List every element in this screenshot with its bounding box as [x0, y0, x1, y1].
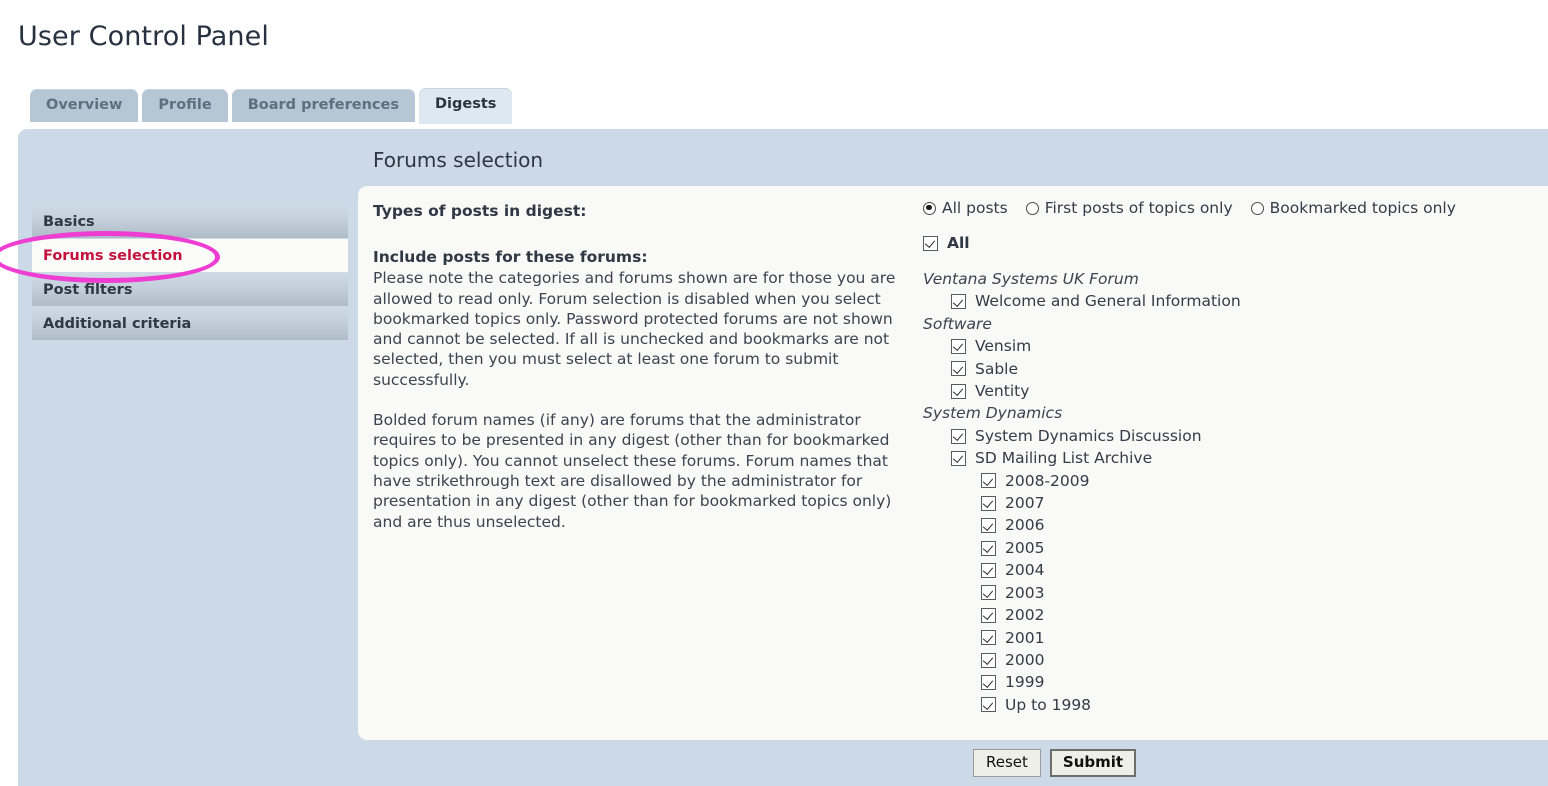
forum-checkbox-row[interactable]: Vensim	[951, 335, 1543, 357]
sidebar-item-basics[interactable]: Basics	[32, 205, 348, 238]
forum-checkbox[interactable]	[981, 473, 996, 489]
radio-button-selected[interactable]	[923, 201, 936, 215]
forum-checkbox[interactable]	[981, 585, 996, 601]
forum-checkbox-row[interactable]: 2005	[981, 537, 1543, 559]
radio-option-first-posts-of-topics-only[interactable]: First posts of topics only	[1025, 199, 1233, 217]
sidebar-nav: Basics Forums selection Post filters Additi…	[32, 205, 348, 341]
instructions-column: Types of posts in digest: Include posts …	[373, 201, 913, 552]
tab-overview[interactable]: Overview	[30, 89, 139, 122]
forum-label: Ventity	[975, 382, 1030, 401]
tab-board-preferences[interactable]: Board preferences	[231, 89, 415, 122]
submit-button[interactable]: Submit	[1049, 749, 1137, 777]
forum-checkbox-row[interactable]: Ventity	[951, 380, 1543, 402]
tab-bar: Overview Profile Board preferences Digests	[30, 88, 513, 124]
forum-label: 2001	[1005, 628, 1045, 647]
forum-checkbox-row[interactable]: 2003	[981, 582, 1543, 604]
all-forums-label: All	[947, 234, 970, 252]
forum-label: Sable	[975, 359, 1019, 378]
forum-checkbox-row[interactable]: SD Mailing List Archive	[951, 447, 1543, 469]
post-types-label: Types of posts in digest:	[373, 202, 587, 220]
radio-option-label: First posts of topics only	[1044, 199, 1233, 217]
forum-label: 2002	[1005, 606, 1045, 625]
forum-label: 2006	[1005, 516, 1045, 535]
form-footer: Reset Submit	[358, 749, 1548, 777]
forum-checkbox-row[interactable]: 1999	[981, 671, 1543, 693]
tab-profile[interactable]: Profile	[142, 89, 228, 122]
forum-checkbox[interactable]	[981, 540, 996, 556]
all-forums-checkbox[interactable]	[923, 235, 938, 251]
forum-checkbox-row[interactable]: Up to 1998	[981, 694, 1543, 716]
radio-option-label: Bookmarked topics only	[1269, 199, 1456, 217]
sidebar-item-additional-criteria[interactable]: Additional criteria	[32, 307, 348, 340]
radio-option-label: All posts	[942, 199, 1008, 217]
sidebar-item-post-filters[interactable]: Post filters	[32, 273, 348, 306]
forum-category-header: Software	[923, 314, 992, 333]
page-title: User Control Panel	[18, 21, 269, 52]
forum-checkbox-row[interactable]: 2007	[981, 492, 1543, 514]
forum-checkbox-row[interactable]: 2008-2009	[981, 470, 1543, 492]
forums-selection-card: Types of posts in digest: Include posts …	[358, 186, 1548, 740]
forum-tree: Ventana Systems UK Forum Welcome and Gene…	[923, 268, 1543, 716]
radio-option-all-posts[interactable]: All posts	[923, 199, 1008, 217]
tab-digests[interactable]: Digests	[418, 88, 513, 124]
radio-button[interactable]	[1025, 201, 1039, 215]
forum-label: 2004	[1005, 561, 1045, 580]
forum-checkbox[interactable]	[981, 518, 996, 534]
forum-label: 2000	[1005, 650, 1045, 669]
forum-checkbox[interactable]	[981, 652, 996, 668]
forum-checkbox-row[interactable]: Welcome and General Information	[951, 290, 1543, 312]
instructions-paragraph-2: Bolded forum names (if any) are forums t…	[373, 411, 892, 531]
forum-checkbox[interactable]	[951, 294, 966, 310]
forum-checkbox-row[interactable]: Sable	[951, 358, 1543, 380]
forum-checkbox[interactable]	[951, 450, 966, 466]
forum-checkbox[interactable]	[981, 495, 996, 511]
forum-checkbox[interactable]	[981, 630, 996, 646]
forum-label: Vensim	[975, 337, 1032, 356]
forum-checkbox[interactable]	[951, 338, 966, 354]
forum-checkbox[interactable]	[981, 675, 996, 691]
section-title: Forums selection	[373, 148, 544, 172]
forum-label: Welcome and General Information	[975, 292, 1241, 311]
forum-label: 2005	[1005, 538, 1045, 557]
forum-checkbox-row[interactable]: 2004	[981, 559, 1543, 581]
reset-button[interactable]: Reset	[973, 749, 1041, 777]
include-forums-label: Include posts for these forums:	[373, 248, 648, 267]
forum-label: 2003	[1005, 583, 1045, 602]
forum-label: 1999	[1005, 673, 1045, 692]
options-column: All posts First posts of topics only Bookm…	[923, 199, 1543, 716]
forum-checkbox[interactable]	[981, 697, 996, 713]
forum-checkbox-row[interactable]: 2006	[981, 514, 1543, 536]
forum-checkbox-row[interactable]: 2000	[981, 649, 1543, 671]
forum-label: Up to 1998	[1005, 695, 1092, 714]
forum-category-header: System Dynamics	[923, 404, 1063, 423]
forum-label: 2008-2009	[1005, 471, 1090, 490]
forum-checkbox-row[interactable]: 2001	[981, 627, 1543, 649]
forum-checkbox-row[interactable]: 2002	[981, 604, 1543, 626]
radio-option-bookmarked-topics-only[interactable]: Bookmarked topics only	[1250, 199, 1456, 217]
radio-button[interactable]	[1250, 201, 1264, 215]
forum-checkbox[interactable]	[951, 383, 966, 399]
forum-label: 2007	[1005, 494, 1045, 513]
forum-checkbox[interactable]	[951, 361, 966, 377]
all-forums-checkbox-row[interactable]: All	[923, 234, 1543, 252]
forum-checkbox-row[interactable]: System Dynamics Discussion	[951, 425, 1543, 447]
forum-checkbox[interactable]	[981, 607, 996, 623]
forum-label: SD Mailing List Archive	[975, 449, 1153, 468]
forum-label: System Dynamics Discussion	[975, 426, 1202, 445]
post-type-radio-group: All posts First posts of topics only Bookm…	[923, 199, 1543, 217]
sidebar-item-forums-selection[interactable]: Forums selection	[32, 239, 348, 272]
forum-checkbox[interactable]	[951, 428, 966, 444]
forum-checkbox[interactable]	[981, 562, 996, 578]
instructions-paragraph-1: Please note the categories and forums sh…	[373, 269, 896, 389]
forum-category-header: Ventana Systems UK Forum	[923, 270, 1139, 288]
